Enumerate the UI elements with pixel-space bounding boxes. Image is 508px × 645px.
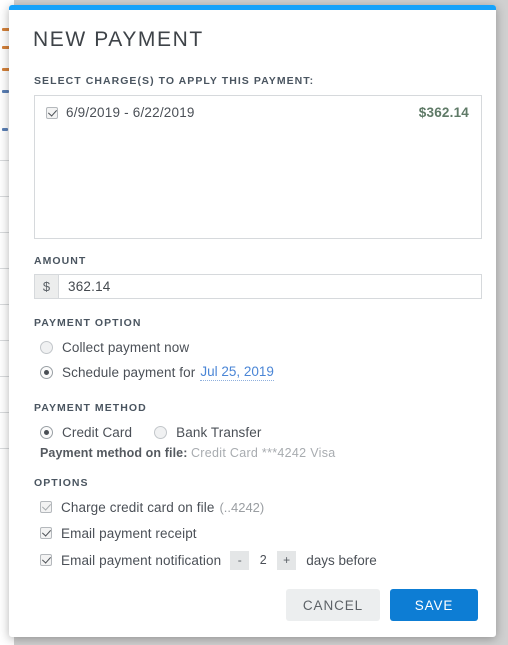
radio-schedule-payment-control[interactable] (40, 365, 53, 379)
charges-list: 6/9/2019 - 6/22/2019 $362.14 (34, 95, 482, 239)
payment-method-on-file: Payment method on file: Credit Card ***4… (40, 446, 478, 460)
currency-prefix: $ (35, 275, 59, 298)
payment-option-section-label: PAYMENT OPTION (34, 317, 142, 329)
stepper-unit-label: days before (306, 552, 377, 568)
radio-collect-now[interactable]: Collect payment now (40, 336, 478, 358)
option-charge-card-suffix: (..4242) (219, 499, 265, 515)
radio-collect-now-control[interactable] (40, 340, 53, 354)
background-text-fragment (2, 90, 9, 93)
option-email-receipt-checkbox[interactable] (40, 527, 52, 539)
cancel-button[interactable]: CANCEL (286, 589, 380, 621)
on-file-value: Credit Card ***4242 Visa (190, 446, 336, 460)
payment-method-options: Credit Card Bank Transfer (40, 421, 478, 443)
amount-field[interactable]: $ (34, 274, 482, 299)
radio-schedule-payment-label: Schedule payment for (62, 364, 196, 380)
charges-section-label: SELECT CHARGE(S) TO APPLY THIS PAYMENT: (34, 75, 315, 87)
background-text-fragment (2, 128, 8, 131)
option-charge-card-checkbox[interactable] (40, 501, 52, 513)
new-payment-modal: NEW PAYMENT SELECT CHARGE(S) TO APPLY TH… (9, 5, 496, 637)
radio-collect-now-label: Collect payment now (62, 339, 190, 355)
option-email-notification-checkbox[interactable] (40, 554, 52, 566)
charge-amount: $362.14 (418, 105, 469, 120)
option-email-notification[interactable]: Email payment notification - + days befo… (40, 549, 478, 571)
option-email-receipt[interactable]: Email payment receipt (40, 522, 478, 544)
radio-schedule-payment[interactable]: Schedule payment for Jul 25, 2019 (40, 361, 478, 383)
charge-checkbox[interactable] (46, 106, 58, 119)
stepper-value-input[interactable] (249, 550, 278, 570)
stepper-increment-button[interactable]: + (277, 550, 297, 570)
radio-bank-transfer-control[interactable] (154, 425, 168, 439)
radio-bank-transfer-label: Bank Transfer (176, 424, 262, 440)
radio-credit-card-label: Credit Card (62, 424, 133, 440)
amount-input[interactable] (59, 275, 481, 298)
option-email-receipt-label: Email payment receipt (61, 525, 197, 541)
options-section-label: OPTIONS (34, 477, 89, 489)
option-email-notification-label: Email payment notification (61, 552, 222, 568)
modal-body: NEW PAYMENT SELECT CHARGE(S) TO APPLY TH… (9, 10, 496, 637)
radio-credit-card-control[interactable] (40, 425, 53, 439)
scheduled-date-link[interactable]: Jul 25, 2019 (200, 364, 274, 381)
save-button[interactable]: SAVE (390, 589, 478, 621)
payment-method-section-label: PAYMENT METHOD (34, 402, 147, 414)
option-charge-card-on-file[interactable]: Charge credit card on file (..4242) (40, 496, 478, 518)
option-charge-card-label: Charge credit card on file (61, 499, 215, 515)
charge-date-range: 6/9/2019 - 6/22/2019 (66, 105, 195, 120)
amount-section-label: AMOUNT (34, 255, 87, 267)
stepper-decrement-button[interactable]: - (230, 550, 250, 570)
page-title: NEW PAYMENT (33, 28, 204, 51)
days-before-stepper: - + (230, 550, 297, 570)
modal-footer: CANCEL SAVE (9, 589, 496, 621)
on-file-label: Payment method on file: (40, 446, 188, 460)
charge-row[interactable]: 6/9/2019 - 6/22/2019 $362.14 (35, 96, 481, 120)
